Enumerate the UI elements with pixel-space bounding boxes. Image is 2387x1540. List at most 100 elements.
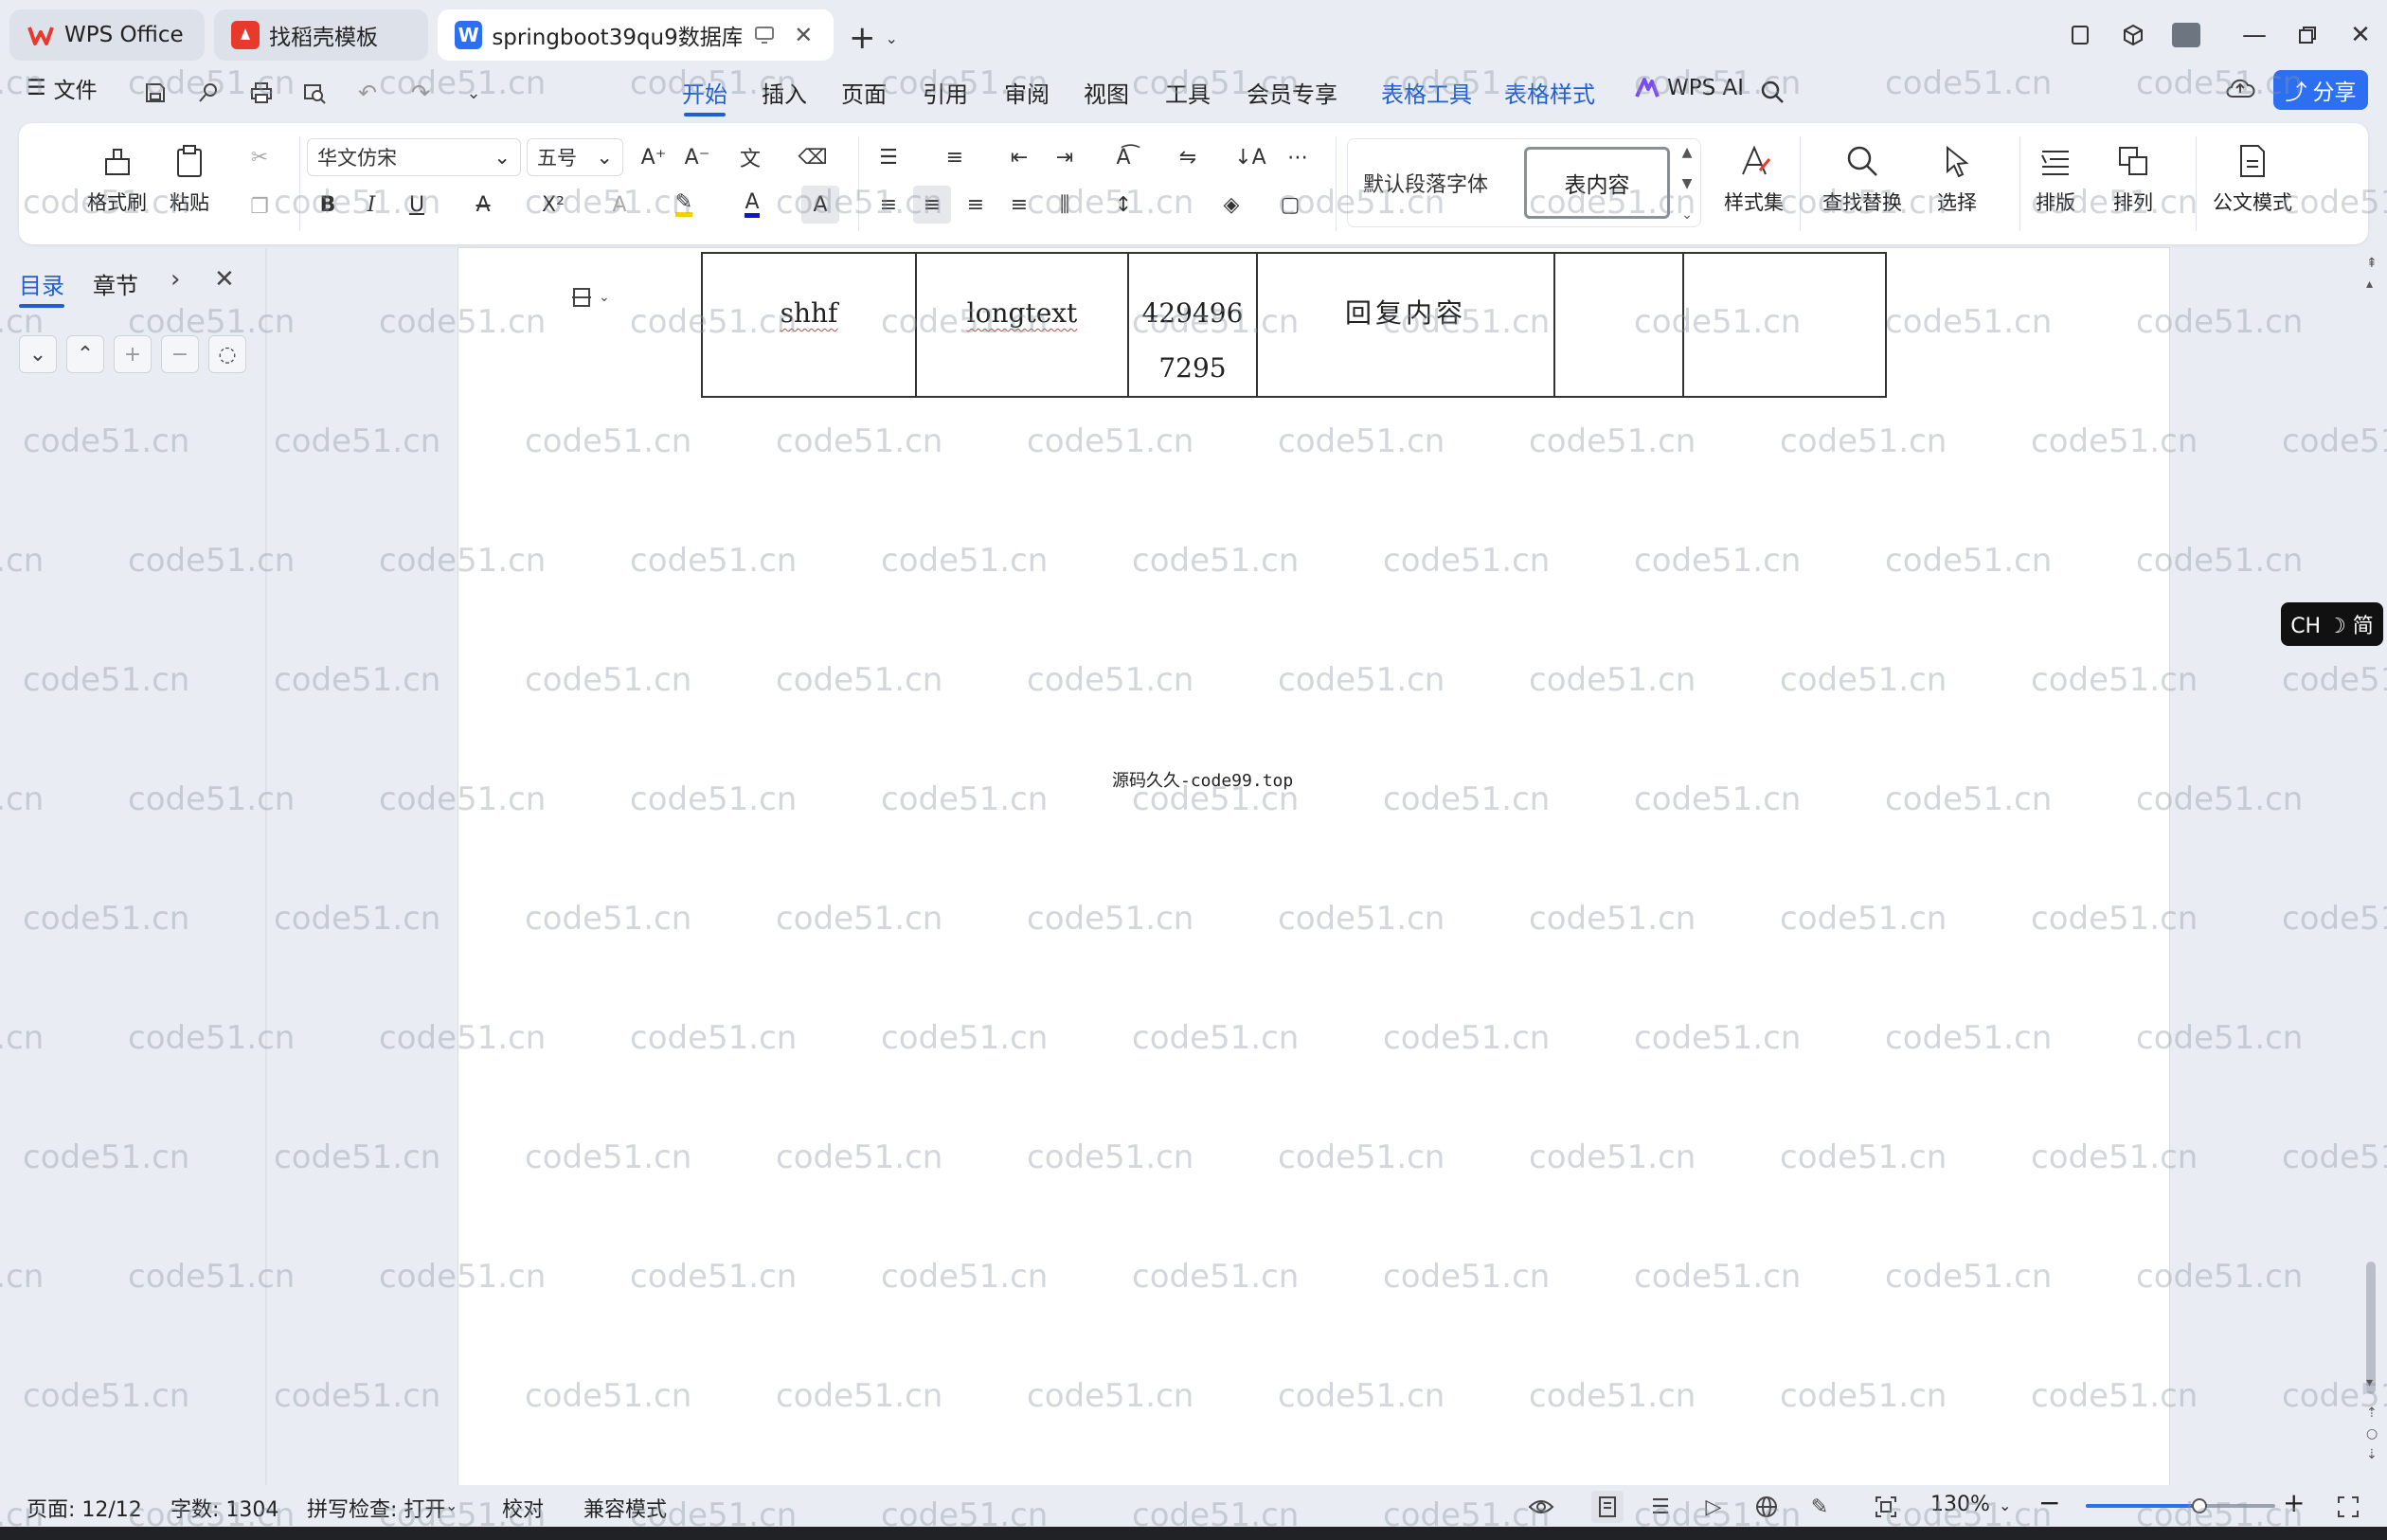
- table-cell[interactable]: [1682, 252, 1887, 398]
- page-view-icon[interactable]: [1591, 1491, 1624, 1523]
- avatar[interactable]: [2160, 9, 2213, 61]
- collapse-down-icon[interactable]: ⌄: [19, 335, 57, 373]
- tab-home[interactable]: 开始: [682, 76, 727, 116]
- style-set-button[interactable]: 样式集: [1724, 140, 1784, 216]
- proofread[interactable]: 校对: [502, 1493, 544, 1523]
- sort-icon[interactable]: ↓A: [1231, 138, 1269, 176]
- tab-reference[interactable]: 引用: [923, 76, 968, 109]
- table-cell[interactable]: shhf: [701, 252, 917, 398]
- search-icon[interactable]: [1758, 78, 1786, 106]
- scroll-up-icon[interactable]: ▴: [2366, 277, 2373, 292]
- char-shading-icon[interactable]: A: [801, 186, 839, 224]
- chevron-down-icon[interactable]: ▼: [1682, 176, 1693, 191]
- window-layout-icon[interactable]: [2054, 9, 2107, 61]
- add-icon[interactable]: +: [114, 335, 152, 373]
- document-page[interactable]: ⌄ shhf longtext 4294967295 回复内容 源码久久-cod…: [458, 248, 2169, 1485]
- tab-review[interactable]: 审阅: [1004, 76, 1050, 109]
- chevron-down-icon[interactable]: ⌄: [445, 1496, 458, 1514]
- chevron-up-icon[interactable]: ▲: [1682, 145, 1693, 160]
- align-left-icon[interactable]: ≡: [870, 186, 907, 224]
- tab-document[interactable]: W springboot39qu9数据库文档 ✕: [438, 9, 834, 61]
- table-cell[interactable]: longtext: [915, 252, 1129, 398]
- tab-view[interactable]: 视图: [1084, 76, 1129, 109]
- numbered-list-icon[interactable]: ≡: [936, 138, 974, 176]
- pane-divider[interactable]: [265, 248, 267, 1485]
- zoom-slider[interactable]: [2086, 1498, 2275, 1513]
- paste-button[interactable]: 粘贴: [169, 140, 210, 216]
- compat-mode[interactable]: 兼容模式: [583, 1493, 667, 1523]
- chevron-right-icon[interactable]: ›: [170, 265, 180, 294]
- save-icon[interactable]: [136, 74, 174, 112]
- font-size-select[interactable]: 五号 ⌄: [527, 138, 623, 176]
- tab-insert[interactable]: 插入: [762, 76, 807, 109]
- close-tab-icon[interactable]: ✕: [791, 22, 817, 48]
- zoom-in-icon[interactable]: +: [2283, 1487, 2305, 1518]
- border-icon[interactable]: ▢: [1271, 186, 1309, 224]
- nav-tab-toc[interactable]: 目录: [19, 267, 64, 308]
- zoom-level[interactable]: 130%: [1930, 1493, 1990, 1516]
- style-default-paragraph[interactable]: 默认段落字体: [1363, 168, 1488, 198]
- increase-font-icon[interactable]: A⁺: [635, 138, 673, 176]
- table-cell[interactable]: [1553, 252, 1684, 398]
- tab-tools[interactable]: 工具: [1165, 76, 1211, 109]
- line-spacing-icon[interactable]: ↕: [1104, 186, 1142, 224]
- collapse-up-icon[interactable]: ⌃: [66, 335, 104, 373]
- highlight-icon[interactable]: ✎: [665, 186, 703, 224]
- eye-icon[interactable]: [1525, 1491, 1557, 1523]
- font-name-select[interactable]: 华文仿宋 ⌄: [307, 138, 521, 176]
- outline-view-icon[interactable]: ☰: [1644, 1491, 1677, 1523]
- new-tab-button[interactable]: + ⌄: [849, 19, 898, 57]
- arrange-button[interactable]: 排列: [2112, 140, 2154, 216]
- superscript-icon[interactable]: X²: [534, 186, 572, 224]
- cut-icon[interactable]: ✂: [241, 138, 278, 176]
- word-count[interactable]: 字数: 1304: [170, 1493, 278, 1523]
- style-gallery-scroll[interactable]: ▲ ▼ ⌄: [1678, 145, 1696, 223]
- tab-table-tools[interactable]: 表格工具: [1381, 76, 1472, 109]
- shading-icon[interactable]: ◈: [1212, 186, 1250, 224]
- monitor-icon[interactable]: [751, 22, 777, 48]
- zoom-slider-thumb[interactable]: [2192, 1498, 2207, 1513]
- select-button[interactable]: 选择: [1936, 140, 1978, 216]
- table-row-handle[interactable]: ⌄: [570, 286, 610, 309]
- next-page-icon[interactable]: ⇣: [2366, 1447, 2378, 1462]
- align-center-icon[interactable]: ≡: [913, 186, 951, 224]
- minimize-icon[interactable]: —: [2228, 9, 2281, 61]
- justify-icon[interactable]: ≡: [1000, 186, 1038, 224]
- decrease-indent-icon[interactable]: ⇤: [1000, 138, 1038, 176]
- cube-icon[interactable]: [2107, 9, 2160, 61]
- decrease-font-icon[interactable]: A⁻: [678, 138, 716, 176]
- bullet-list-icon[interactable]: ☰: [870, 138, 907, 176]
- close-icon[interactable]: ✕: [2334, 9, 2387, 61]
- tab-page[interactable]: 页面: [841, 76, 887, 109]
- settings-icon[interactable]: ◌: [208, 335, 246, 373]
- official-mode-button[interactable]: 公文模式: [2213, 140, 2292, 216]
- close-icon[interactable]: ✕: [214, 265, 235, 294]
- increase-indent-icon[interactable]: ⇥: [1046, 138, 1084, 176]
- cloud-upload-icon[interactable]: [2224, 74, 2256, 102]
- table-cell[interactable]: 回复内容: [1256, 252, 1555, 398]
- web-view-icon[interactable]: [1750, 1491, 1783, 1523]
- browse-object-icon[interactable]: ○: [2366, 1426, 2378, 1442]
- print-icon[interactable]: [242, 74, 280, 112]
- file-menu[interactable]: ☰ 文件: [27, 72, 98, 104]
- tab-member[interactable]: 会员专享: [1247, 76, 1337, 109]
- align-right-icon[interactable]: ≡: [957, 186, 995, 224]
- share-button[interactable]: ⤴ 分享: [2273, 70, 2368, 110]
- print-preview-icon[interactable]: [296, 74, 333, 112]
- text-effect-icon[interactable]: A: [601, 186, 638, 224]
- play-icon[interactable]: ▷: [1697, 1491, 1730, 1523]
- spell-check[interactable]: 拼写检查: 打开: [307, 1493, 445, 1523]
- restore-icon[interactable]: [2281, 9, 2334, 61]
- ime-indicator[interactable]: CH ☽ 简: [2281, 602, 2383, 646]
- pen-icon[interactable]: ✎: [1804, 1491, 1836, 1523]
- tab-wps-office[interactable]: WPS Office: [9, 9, 205, 61]
- format-painter-button[interactable]: 格式刷: [87, 140, 147, 216]
- scroll-thumb[interactable]: [2366, 1262, 2376, 1394]
- underline-icon[interactable]: U: [398, 186, 436, 224]
- undo-icon[interactable]: ↶: [349, 74, 386, 112]
- fullscreen-icon[interactable]: [2332, 1491, 2364, 1523]
- typeset-button[interactable]: 排版: [2035, 140, 2076, 216]
- tab-table-style[interactable]: 表格样式: [1504, 76, 1595, 109]
- export-icon[interactable]: [189, 74, 227, 112]
- strikethrough-icon[interactable]: A: [464, 186, 502, 224]
